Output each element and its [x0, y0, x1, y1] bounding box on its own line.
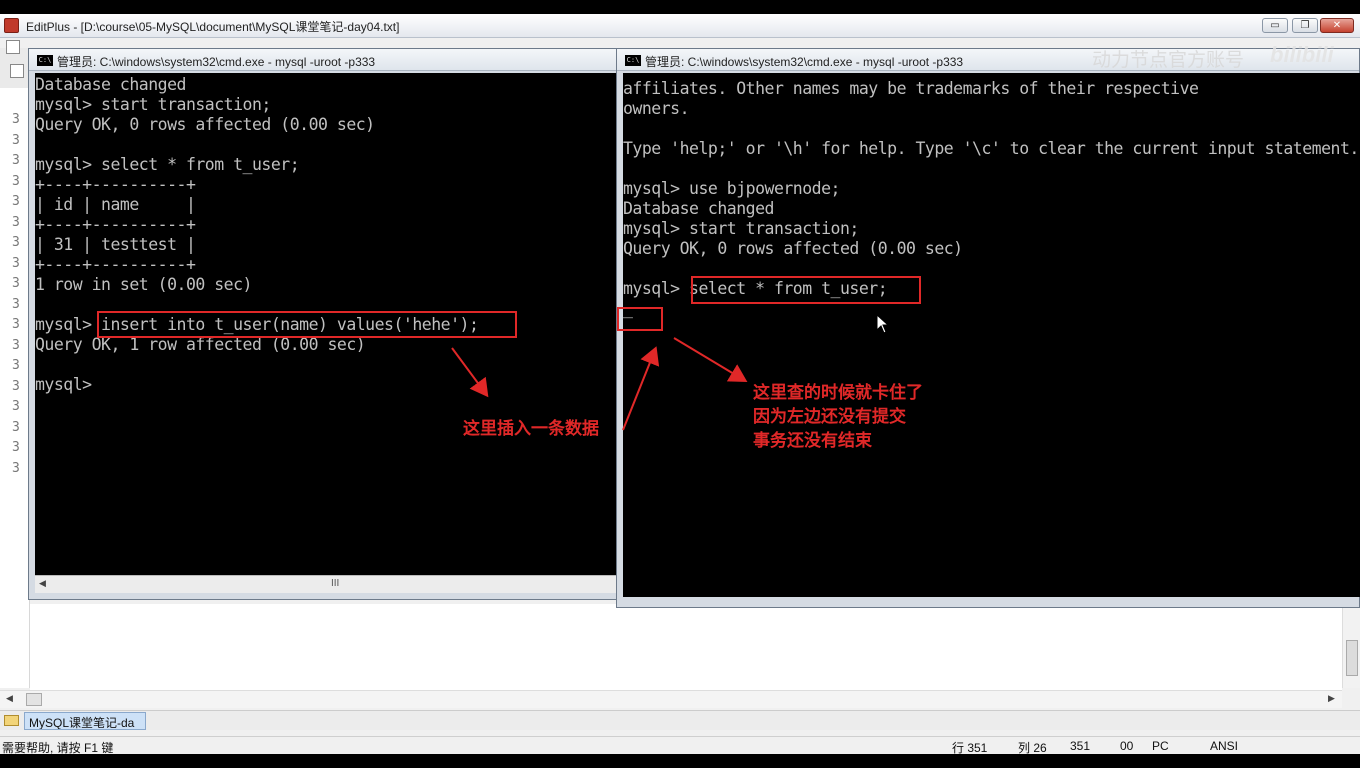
mouse-cursor-icon: [876, 314, 890, 334]
note-blocked-line-3: 事务还没有结束: [753, 431, 872, 450]
arrow-to-insert: [451, 347, 489, 398]
note-blocked-line-2: 因为左边还没有提交: [753, 407, 906, 426]
arrow-to-cursor: [622, 346, 660, 431]
play-button[interactable]: [1264, 614, 1324, 668]
play-icon: [1289, 631, 1307, 653]
annotation-arrows: [451, 337, 748, 431]
bilibili-logo: bilibili: [1270, 42, 1334, 67]
note-blocked-line-1: 这里查的时候就卡住了: [753, 383, 923, 402]
arrow-to-note: [673, 337, 748, 383]
watermark-text: 动力节点官方账号: [1092, 50, 1245, 71]
note-insert-data: 这里插入一条数据: [463, 419, 599, 438]
